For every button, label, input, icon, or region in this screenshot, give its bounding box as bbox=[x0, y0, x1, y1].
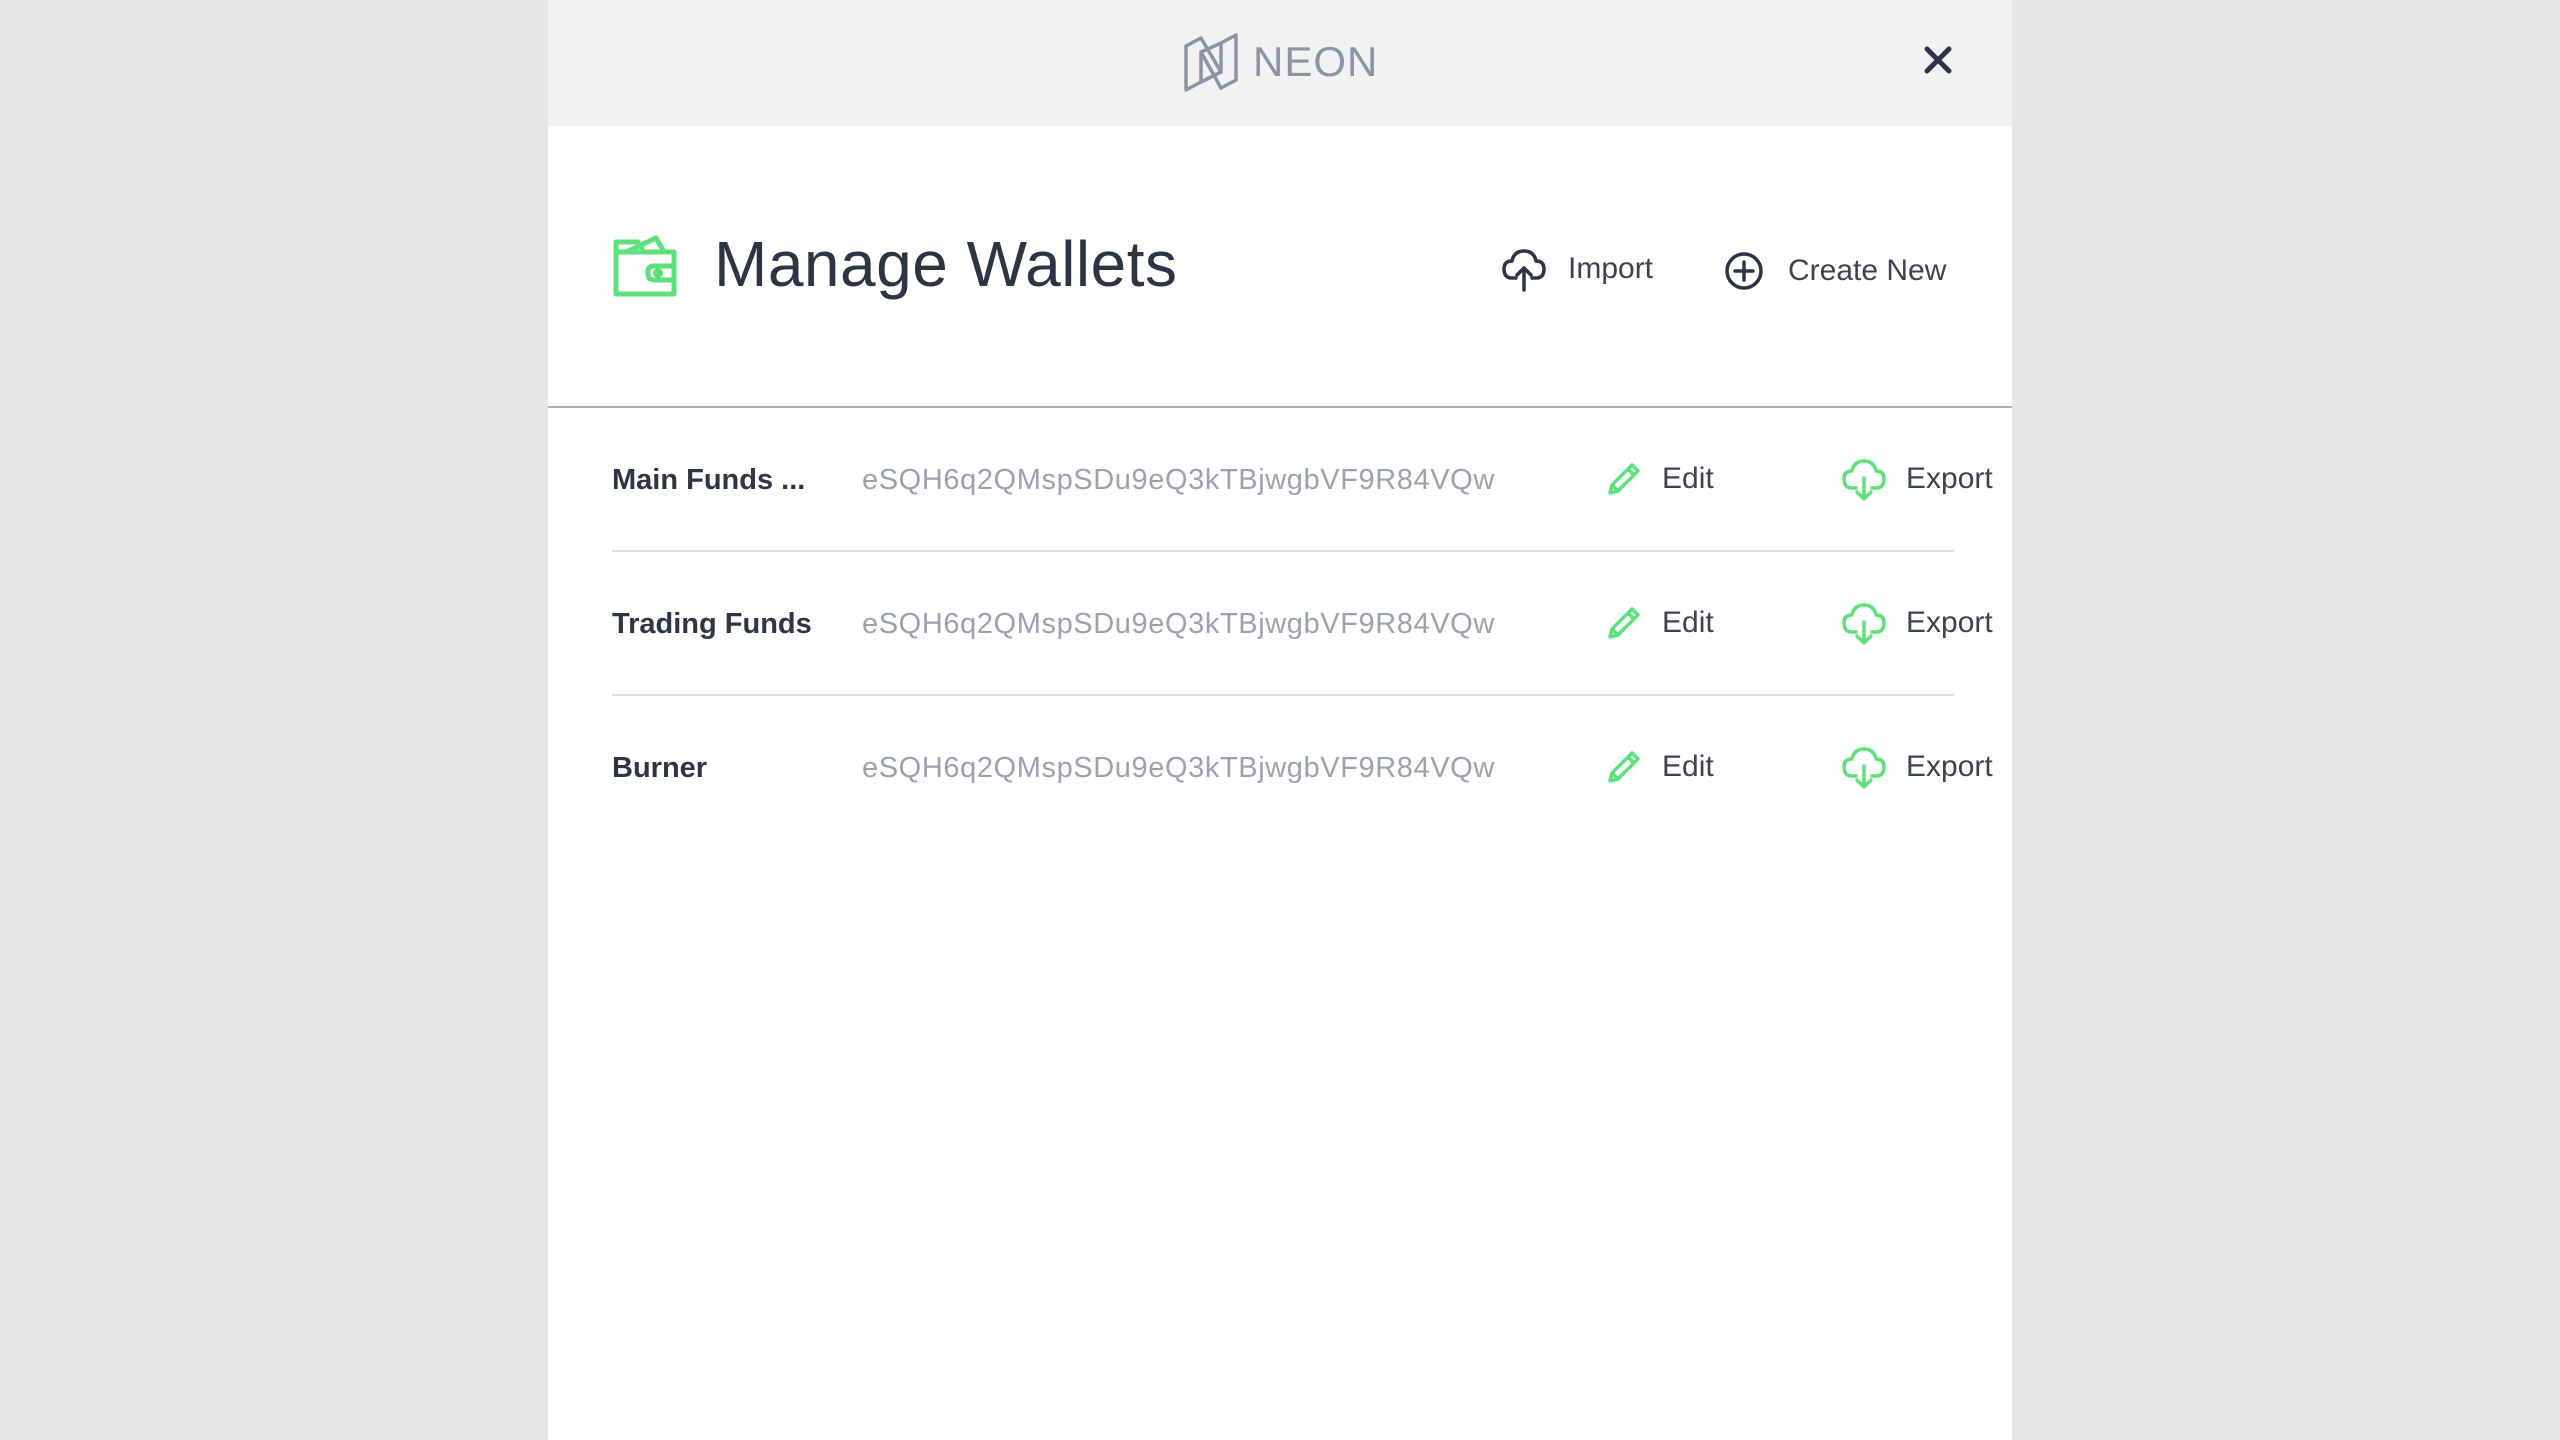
wallet-row: Burner eSQH6q2QMspSDu9eQ3kTBjwgbVF9R84VQw… bbox=[612, 696, 1993, 840]
cloud-download-icon bbox=[1842, 747, 1886, 789]
close-icon bbox=[1920, 42, 1956, 78]
close-button[interactable] bbox=[1920, 42, 1956, 78]
title-section: Manage Wallets Import Create New bbox=[548, 126, 2012, 408]
export-button[interactable]: Export bbox=[1842, 456, 1993, 502]
create-new-label: Create New bbox=[1788, 254, 1947, 287]
edit-button[interactable]: Edit bbox=[1606, 600, 1714, 646]
edit-button[interactable]: Edit bbox=[1606, 456, 1714, 502]
pencil-icon bbox=[1608, 463, 1640, 495]
modal-header: NEON bbox=[548, 0, 2012, 126]
edit-button[interactable]: Edit bbox=[1606, 744, 1714, 790]
cloud-download-icon bbox=[1842, 603, 1886, 645]
import-label: Import bbox=[1568, 252, 1654, 285]
edit-label: Edit bbox=[1662, 606, 1714, 639]
neon-logo-icon bbox=[1183, 32, 1239, 92]
wallet-row: Main Funds ... eSQH6q2QMspSDu9eQ3kTBjwgbV… bbox=[612, 408, 1993, 552]
wallet-name: Main Funds ... bbox=[612, 464, 806, 496]
pencil-icon bbox=[1608, 751, 1640, 783]
wallet-address: eSQH6q2QMspSDu9eQ3kTBjwgbVF9R84VQw bbox=[862, 464, 1495, 496]
create-new-button[interactable]: Create New bbox=[1724, 248, 1946, 294]
brand-name: NEON bbox=[1253, 38, 1379, 85]
wallet-address: eSQH6q2QMspSDu9eQ3kTBjwgbVF9R84VQw bbox=[862, 752, 1495, 784]
cloud-upload-icon bbox=[1502, 249, 1546, 292]
manage-wallets-modal: NEON Manage Wallets Import Create New Ma… bbox=[548, 0, 2012, 1440]
wallet-name: Burner bbox=[612, 752, 708, 784]
pencil-icon bbox=[1608, 607, 1640, 639]
export-button[interactable]: Export bbox=[1842, 600, 1993, 646]
brand: NEON bbox=[1183, 32, 1378, 92]
page-title: Manage Wallets bbox=[714, 228, 1178, 300]
import-button[interactable]: Import bbox=[1502, 246, 1653, 292]
export-button[interactable]: Export bbox=[1842, 744, 1993, 790]
wallet-name: Trading Funds bbox=[612, 608, 812, 640]
plus-circle-icon bbox=[1725, 252, 1763, 290]
edit-label: Edit bbox=[1662, 462, 1714, 495]
wallet-icon bbox=[612, 234, 678, 300]
wallet-row: Trading Funds eSQH6q2QMspSDu9eQ3kTBjwgbVF… bbox=[612, 552, 1993, 696]
edit-label: Edit bbox=[1662, 750, 1714, 783]
wallet-address: eSQH6q2QMspSDu9eQ3kTBjwgbVF9R84VQw bbox=[862, 608, 1495, 640]
export-label: Export bbox=[1906, 750, 1993, 783]
export-label: Export bbox=[1906, 462, 1993, 495]
wallet-list: Main Funds ... eSQH6q2QMspSDu9eQ3kTBjwgbV… bbox=[612, 408, 1993, 840]
export-label: Export bbox=[1906, 606, 1993, 639]
cloud-download-icon bbox=[1842, 459, 1886, 501]
